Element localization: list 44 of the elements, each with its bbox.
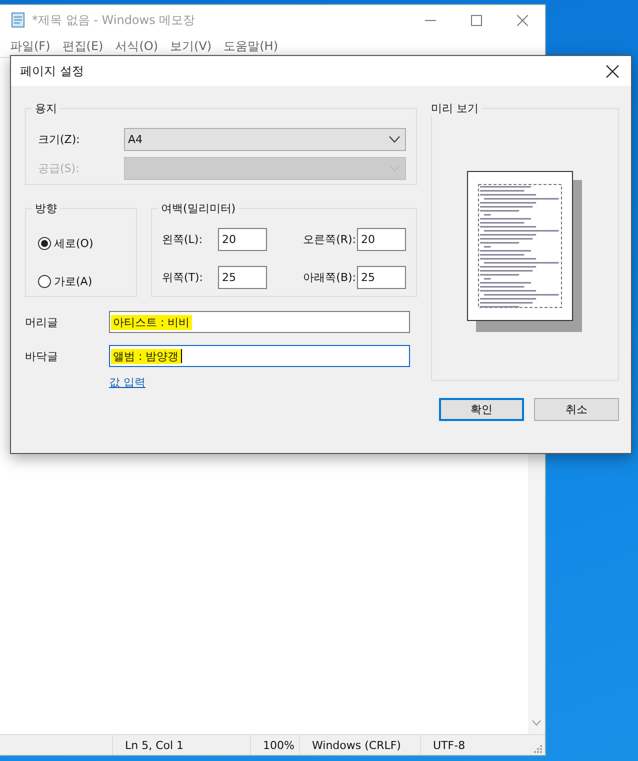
radio-button[interactable] bbox=[38, 236, 51, 250]
field-label: 머리글 bbox=[25, 314, 59, 330]
field-label: 바닥글 bbox=[25, 348, 59, 364]
ok-button[interactable]: 확인 bbox=[439, 398, 524, 421]
field-label: 아래쪽(B): bbox=[303, 270, 357, 285]
margin-field[interactable]: 25 bbox=[357, 266, 406, 289]
group-label: 미리 보기 bbox=[430, 101, 480, 116]
cancel-button[interactable]: 취소 bbox=[534, 398, 619, 421]
margin-field[interactable]: 20 bbox=[218, 228, 267, 251]
scroll-down-icon[interactable] bbox=[532, 720, 541, 726]
menu-item[interactable]: 도움말(H) bbox=[224, 38, 278, 54]
input-values-link[interactable]: 값 입력 bbox=[109, 376, 146, 389]
chevron-down-icon bbox=[389, 136, 400, 143]
field-label: 오른쪽(R): bbox=[303, 232, 357, 247]
footer-field[interactable]: 앨범 : 밤양갱 bbox=[109, 345, 410, 367]
size-dropdown[interactable]: A4 bbox=[124, 128, 406, 151]
resize-grip-icon[interactable] bbox=[532, 743, 542, 753]
group-label: 방향 bbox=[34, 201, 58, 216]
field-label: 왼쪽(L): bbox=[162, 232, 204, 247]
margin-field[interactable]: 20 bbox=[357, 228, 406, 251]
menu-item[interactable]: 파일(F) bbox=[10, 38, 50, 54]
group-label: 여백(밀리미터) bbox=[160, 201, 237, 216]
window-title: *제목 없음 - Windows 메모장 bbox=[32, 12, 196, 28]
margin-field[interactable]: 25 bbox=[218, 266, 267, 289]
close-icon bbox=[516, 14, 528, 26]
close-icon bbox=[606, 64, 618, 78]
dialog-title: 페이지 설정 bbox=[20, 62, 84, 80]
menu-item[interactable]: 서식(O) bbox=[115, 38, 158, 54]
radio-button[interactable] bbox=[38, 274, 51, 288]
header-field[interactable]: 아티스트 : 비비 bbox=[109, 311, 410, 333]
radio-label: 가로(A) bbox=[54, 274, 92, 288]
group-label: 용지 bbox=[34, 101, 58, 116]
menu-item[interactable]: 편집(E) bbox=[62, 38, 104, 54]
menu-item[interactable]: 보기(V) bbox=[170, 38, 212, 54]
status-text: Ln 5, Col 1 bbox=[113, 735, 251, 755]
notepad-icon bbox=[10, 12, 26, 28]
status-text: UTF-8 bbox=[432, 738, 466, 754]
radio-label: 세로(O) bbox=[54, 236, 94, 250]
maximize-icon bbox=[470, 14, 482, 26]
status-text: 100% bbox=[251, 735, 300, 755]
status-text: Windows (CRLF) bbox=[300, 735, 421, 755]
field-label: 위쪽(T): bbox=[162, 270, 204, 285]
field-label: 크기(Z): bbox=[37, 132, 81, 147]
field-label: 공급(S): bbox=[37, 161, 80, 176]
